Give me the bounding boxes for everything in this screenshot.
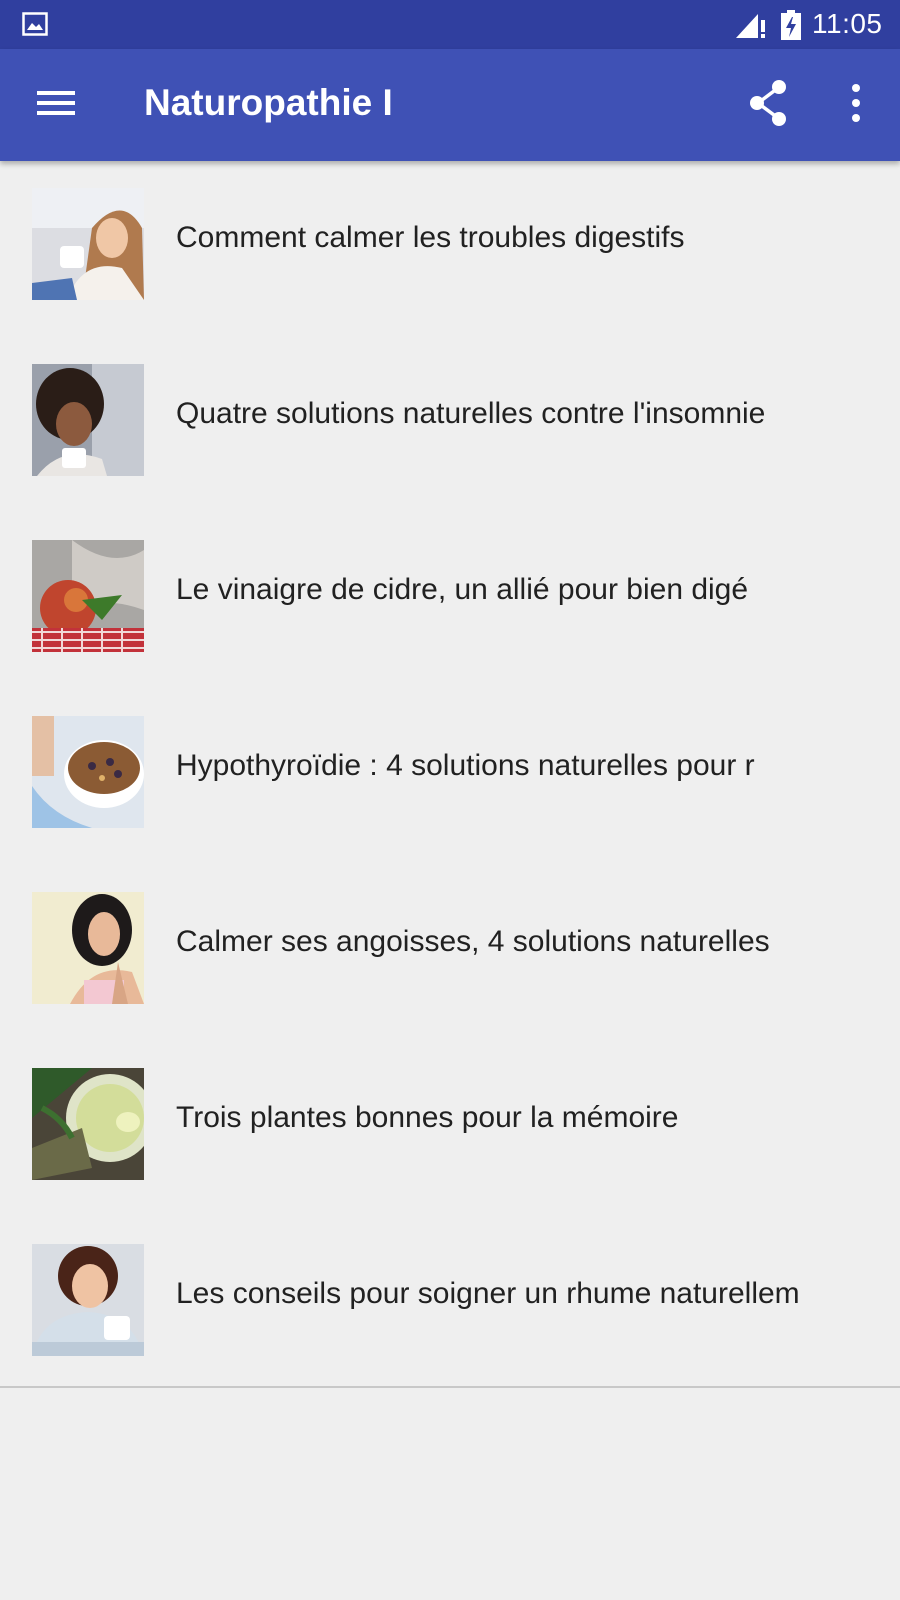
article-item[interactable]: Hypothyroïdie : 4 solutions naturelles p…	[0, 689, 900, 865]
article-thumbnail	[32, 364, 144, 476]
list-divider	[0, 1386, 900, 1388]
status-time: 11:05	[812, 8, 883, 39]
article-item[interactable]: Trois plantes bonnes pour la mémoire	[0, 1041, 900, 1217]
app-title: Naturopathie I	[144, 82, 393, 123]
article-thumbnail	[32, 540, 144, 652]
article-title: Le vinaigre de cidre, un allié pour bien…	[176, 573, 749, 606]
gallery-notification-icon	[22, 12, 48, 41]
article-thumbnail	[32, 1068, 144, 1180]
article-item[interactable]: Calmer ses angoisses, 4 solutions nature…	[0, 865, 900, 1041]
signal-icon	[734, 12, 768, 45]
status-bar: 11:05	[0, 0, 900, 49]
menu-button[interactable]	[26, 73, 86, 133]
article-item[interactable]: Comment calmer les troubles digestifs	[0, 161, 900, 337]
article-title: Comment calmer les troubles digestifs	[176, 221, 685, 254]
battery-charging-icon	[780, 10, 802, 45]
article-title: Calmer ses angoisses, 4 solutions nature…	[176, 925, 770, 958]
more-options-button[interactable]	[832, 75, 880, 131]
menu-icon	[26, 91, 86, 137]
article-title: Hypothyroïdie : 4 solutions naturelles p…	[176, 749, 755, 782]
article-item[interactable]: Quatre solutions naturelles contre l'ins…	[0, 337, 900, 513]
app-bar: Naturopathie I	[0, 49, 900, 161]
article-item[interactable]: Les conseils pour soigner un rhume natur…	[0, 1217, 900, 1393]
article-thumbnail	[32, 716, 144, 828]
more-vert-icon	[832, 84, 880, 135]
article-list: Comment calmer les troubles digestifs Qu…	[0, 161, 900, 1393]
article-title: Quatre solutions naturelles contre l'ins…	[176, 397, 766, 430]
article-title: Les conseils pour soigner un rhume natur…	[176, 1277, 800, 1310]
article-thumbnail	[32, 892, 144, 1004]
article-thumbnail	[32, 188, 144, 300]
share-button[interactable]	[742, 75, 798, 131]
article-thumbnail	[32, 1244, 144, 1356]
share-icon	[742, 80, 798, 135]
article-title: Trois plantes bonnes pour la mémoire	[176, 1101, 679, 1134]
article-item[interactable]: Le vinaigre de cidre, un allié pour bien…	[0, 513, 900, 689]
